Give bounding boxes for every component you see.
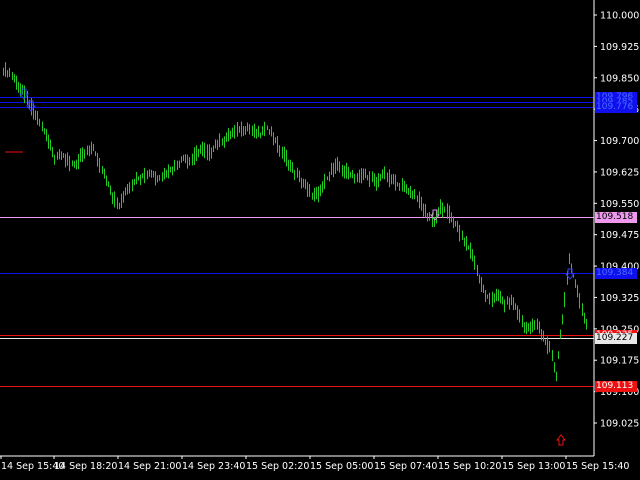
price-chart[interactable]: 110.000109.925109.850109.775109.700109.6… [0, 0, 640, 480]
time-tick-label: 15 Sep 10:20 [438, 461, 501, 472]
level-price-tag: 109.384 [595, 268, 637, 279]
price-tick-label: 109.475 [600, 230, 639, 241]
time-tick-label: 14 Sep 21:00 [118, 461, 181, 472]
horizontal-level-lines[interactable] [0, 97, 594, 387]
time-tick-label: 15 Sep 15:40 [566, 461, 629, 472]
ohlc-bar-series [3, 62, 587, 382]
level-price-tag: 109.227 [595, 333, 637, 344]
level-price-tag: 109.113 [595, 381, 637, 392]
time-tick-label: 15 Sep 07:40 [374, 461, 437, 472]
level-price-tag: 109.776 [595, 102, 637, 113]
signal-markers [18, 88, 576, 446]
time-tick-label: 14 Sep 23:40 [182, 461, 245, 472]
price-tick-label: 109.175 [600, 356, 639, 367]
price-tick-label: 110.000 [600, 11, 639, 22]
price-tick-label: 109.550 [600, 199, 639, 210]
time-tick-label: 15 Sep 13:00 [502, 461, 565, 472]
time-tick-label: 14 Sep 18:20 [54, 461, 117, 472]
price-tick-label: 109.850 [600, 73, 639, 84]
time-tick-label: 15 Sep 02:20 [246, 461, 309, 472]
price-tick-label: 109.925 [600, 42, 639, 53]
price-tick-label: 109.025 [600, 419, 639, 430]
time-axis-labels: 14 Sep 15:4014 Sep 18:20 14 Sep 21:00 14 S… [0, 456, 629, 472]
chart-axes [0, 0, 595, 457]
level-price-tag: 109.518 [595, 212, 637, 223]
up-arrow-icon [555, 434, 567, 446]
price-tick-label: 109.625 [600, 167, 639, 178]
price-chart-canvas[interactable]: 110.000109.925109.850109.775109.700109.6… [0, 0, 640, 480]
price-tick-label: 109.325 [600, 293, 639, 304]
time-tick-label: 15 Sep 05:00 [310, 461, 373, 472]
price-tick-label: 109.700 [600, 136, 639, 147]
